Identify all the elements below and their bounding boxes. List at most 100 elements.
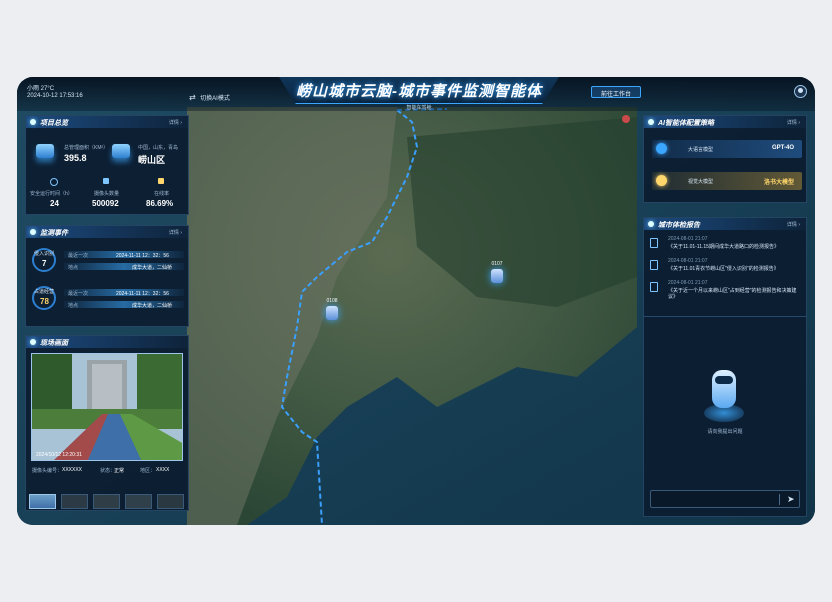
report-date: 2024-08-01 21:07 [668,280,708,286]
ai-config-panel: AI智能体配置策略 详情 › 大语言模型 GPT-4O 视觉大模型 洛书大模型 [643,115,807,203]
project-detail-link[interactable]: 详情 › [169,119,182,126]
stat-label-runtime: 安全运行时间（h） [30,191,73,197]
camera-status-value: 正常 [114,468,125,474]
live-camera-image [32,354,182,460]
city-report-header: 城市体检报告 详情 › [644,218,806,230]
switch-label: 切换AI模式 [200,96,230,102]
intrusion-recent-time: 2024-11-11 12：32：56 [116,253,169,259]
report-doc-icon [650,282,658,292]
live-view-panel: 现场画面 2024/10/12 12:20:31 摄像头编号： XXXXXX 状… [25,335,189,511]
ai-robot-icon[interactable] [704,368,744,424]
page-title: 崂山城市云脑-城市事件监测智能体 [296,83,542,100]
area-value: 395.8 [64,153,87,163]
monitor-events-panel: 监测事件 详情 › 侵入识别 7 最近一次 2024-11-11 12：32：5… [25,225,189,327]
intrusion-recent-label: 最近一次 [68,253,89,259]
camera-thumbnail-2[interactable] [61,494,88,509]
more-label: 详情 [786,120,797,126]
monitor-events-header: 监测事件 详情 › [26,226,188,238]
online-icon [158,178,164,184]
live-timestamp: 2024/10/12 12:20:31 [36,452,82,458]
project-overview-header: 项目总览 详情 › [26,116,188,128]
stat-value-runtime: 24 [50,199,59,208]
intrusion-name: 侵入识别 [34,251,55,257]
compass-icon[interactable] [622,115,630,123]
more-label: 详情 [168,120,179,126]
project-overview-panel: 项目总览 详情 › 总管理面积（KM²） 395.8 中国，山东，青岛 崂山区 … [25,115,189,215]
occupy-recent-label: 最近一次 [68,291,89,297]
occupy-name: 占道经营 [34,289,55,295]
title-dot-icon [648,119,654,125]
vision-model-label: 视觉大模型 [688,179,714,185]
assistant-hint: 请向我提出问题 [707,429,743,435]
occupy-recent-time: 2024-11-11 12：32：56 [116,291,169,297]
region-value: 崂山区 [138,155,166,165]
camera-thumbnail-5[interactable] [157,494,184,509]
title-dot-icon [648,221,654,227]
stat-label-cameras: 摄像头数量 [94,191,120,197]
user-head [798,88,803,93]
region-pedestal-icon [112,144,130,158]
user-avatar-icon[interactable] [794,85,807,98]
marker-label: 0107 [491,261,503,267]
send-icon[interactable]: ➤ [787,493,795,505]
title-dot-icon [30,229,36,235]
camera-thumbnail-4[interactable] [125,494,152,509]
title-dot-icon [30,119,36,125]
intrusion-count: 7 [42,259,47,268]
ai-config-title: AI智能体配置策略 [658,120,714,127]
camera-thumbnail-3[interactable] [93,494,120,509]
chat-input[interactable] [655,493,779,507]
occupy-count: 78 [40,297,49,306]
report-detail-link[interactable]: 详情 › [787,221,800,228]
live-camera-frame[interactable]: 2024/10/12 12:20:31 [31,353,183,461]
occupy-place-label: 地点 [68,303,79,309]
stat-value-online: 86.69% [146,199,174,208]
area-label: 总管理面积（KM²） [64,145,109,151]
chat-input-box[interactable]: ➤ [650,490,800,508]
dashboard-screen: 小雨 27°C 2024-10-12 17:53:16 ⇄ 切换AI模式 崂山城… [17,77,815,525]
camera-thumbnail-1[interactable] [29,494,56,509]
area-pedestal-icon [36,144,54,158]
report-date: 2024-08-01 21:07 [668,236,708,242]
report-text: 《关于近一个月以来崂山区"占到经营"的检测报告和决策建议》 [668,288,797,300]
map-marker-0107[interactable]: 0107 [485,261,509,291]
project-overview-title: 项目总览 [40,120,68,127]
llm-icon [656,143,667,154]
workbench-button[interactable]: 前往工作台 [591,86,641,98]
camera-marker-icon [326,306,338,320]
title-dot-icon [30,339,36,345]
report-item[interactable]: 2024-08-01 21:07 《关于11.01青衣节崂山区"侵入识别"的检测… [650,258,802,278]
workbench-label: 前往工作台 [600,92,631,98]
camera-place-value: XXXX [156,467,170,473]
camera-place-label: 地区： [140,468,156,474]
report-doc-icon [650,260,658,270]
report-item[interactable]: 2024-08-01 21:07 《关于11.01-11.15期间成华大道路口的… [650,236,802,256]
llm-row[interactable]: 大语言模型 GPT-4O [652,140,802,158]
ai-config-detail-link[interactable]: 详情 › [787,119,800,126]
monitor-events-title: 监测事件 [40,230,68,237]
llm-value: GPT-4O [771,145,794,151]
occupy-place-value: 成华大道，二仙桥 [132,303,173,309]
report-item[interactable]: 2024-08-01 21:07 《关于近一个月以来崂山区"占到经营"的检测报告… [650,280,802,306]
report-date: 2024-08-01 21:07 [668,258,708,264]
input-divider [779,494,780,505]
camera-id-value: XXXXXX [62,467,83,473]
camera-id-label: 摄像头编号： [32,468,63,474]
report-divider [644,316,806,317]
swap-icon: ⇄ [189,93,196,102]
intrusion-place-value: 成华大道，二仙桥 [132,265,173,271]
camera-marker-icon [491,269,503,283]
camera-status-label: 状态： [100,468,116,474]
llm-label: 大语言模型 [688,147,714,153]
live-view-header: 现场画面 [26,336,188,348]
switch-ai-mode-button[interactable]: ⇄ 切换AI模式 [189,87,230,105]
ai-config-header: AI智能体配置策略 详情 › [644,116,806,128]
monitor-detail-link[interactable]: 详情 › [169,229,182,236]
stat-label-online: 在线率 [154,191,170,197]
vision-model-row[interactable]: 视觉大模型 洛书大模型 [652,172,802,190]
map-marker-0108[interactable]: 0108 [320,298,344,328]
more-label: 详情 [168,230,179,236]
intrusion-place-label: 地点 [68,265,79,271]
camera-icon [103,178,109,184]
datetime-text: 2024-10-12 17:53:16 [27,93,83,99]
